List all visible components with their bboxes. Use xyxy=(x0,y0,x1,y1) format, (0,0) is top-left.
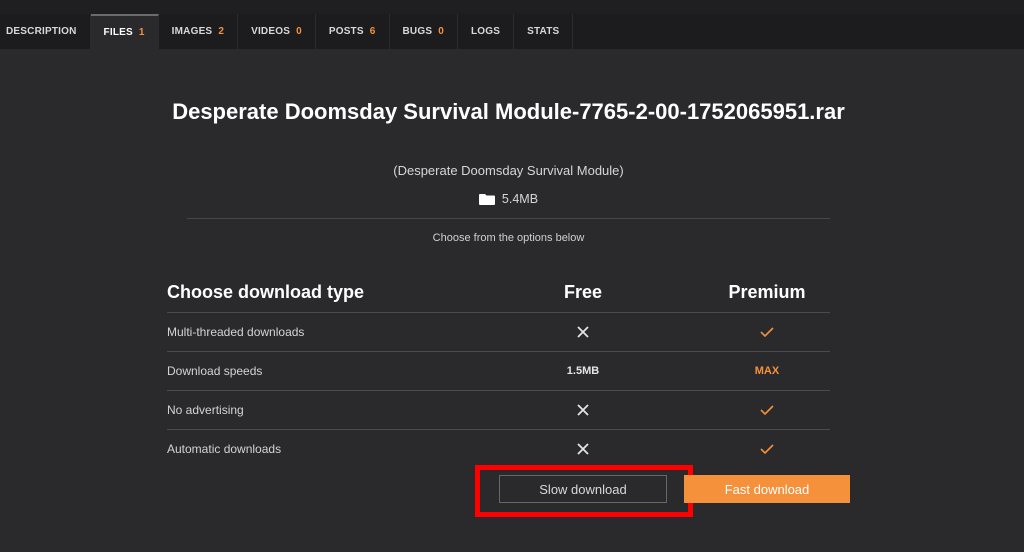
fast-download-button[interactable]: Fast download xyxy=(684,475,850,503)
tab-description[interactable]: DESCRIPTION xyxy=(0,14,91,49)
tab-bar: DESCRIPTION FILES 1 IMAGES 2 VIDEOS 0 PO… xyxy=(0,14,1024,49)
divider xyxy=(187,218,830,219)
cross-icon xyxy=(533,391,633,429)
tab-label: IMAGES xyxy=(171,26,213,37)
tab-label: FILES xyxy=(103,27,133,38)
tab-label: STATS xyxy=(527,26,560,37)
check-icon xyxy=(717,391,817,429)
file-size: 5.4MB xyxy=(0,192,1017,206)
table-row: Download speeds 1.5MB MAX xyxy=(167,352,830,391)
table-row: No advertising xyxy=(167,391,830,430)
row-label: Automatic downloads xyxy=(167,442,282,456)
tab-count: 1 xyxy=(138,27,145,38)
instructions-text: Choose from the options below xyxy=(432,232,585,244)
cross-icon xyxy=(533,430,633,468)
tab-count: 2 xyxy=(218,26,225,37)
tab-posts[interactable]: POSTS 6 xyxy=(316,14,390,49)
tab-count: 0 xyxy=(296,26,302,37)
highlight-box xyxy=(475,465,693,517)
table-header: Choose download type Free Premium xyxy=(167,274,830,313)
row-label: Download speeds xyxy=(167,364,263,378)
tab-files[interactable]: FILES 1 xyxy=(90,14,159,49)
tab-count: 0 xyxy=(438,26,444,37)
tab-stats[interactable]: STATS xyxy=(514,14,574,49)
tab-label: DESCRIPTION xyxy=(6,26,77,37)
tab-videos[interactable]: VIDEOS 0 xyxy=(238,14,316,49)
folder-icon xyxy=(478,193,495,205)
row-premium-value: MAX xyxy=(754,365,780,377)
check-icon xyxy=(717,430,817,468)
tab-count: 6 xyxy=(369,26,376,37)
download-type-table: Choose download type Free Premium Multi-… xyxy=(167,274,830,468)
tab-label: VIDEOS xyxy=(251,26,291,37)
file-subtitle: (Desperate Doomsday Survival Module) xyxy=(393,163,624,178)
row-label: No advertising xyxy=(167,403,244,417)
table-header-premium: Premium xyxy=(728,282,806,302)
file-size-value: 5.4MB xyxy=(501,192,539,206)
file-title: Desperate Doomsday Survival Module-7765-… xyxy=(172,99,845,124)
tab-label: POSTS xyxy=(328,26,364,37)
row-label: Multi-threaded downloads xyxy=(167,325,305,339)
tab-images[interactable]: IMAGES 2 xyxy=(159,14,239,49)
table-header-free: Free xyxy=(563,282,603,302)
tab-bugs[interactable]: BUGS 0 xyxy=(390,14,458,49)
row-free-value: 1.5MB xyxy=(566,365,600,377)
tab-label: BUGS xyxy=(402,26,433,37)
table-header-label: Choose download type xyxy=(167,282,365,302)
table-row: Multi-threaded downloads xyxy=(167,313,830,352)
cross-icon xyxy=(533,313,633,351)
top-bar xyxy=(0,0,1024,14)
check-icon xyxy=(717,313,817,351)
table-row: Automatic downloads xyxy=(167,430,830,468)
tab-label: LOGS xyxy=(470,26,501,37)
tab-logs[interactable]: LOGS xyxy=(458,14,515,49)
